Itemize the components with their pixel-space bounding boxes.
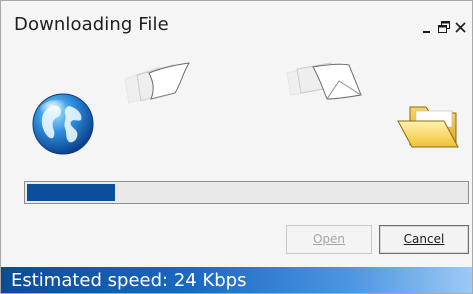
download-progress-bar	[24, 181, 469, 204]
restore-icon[interactable]	[436, 18, 451, 34]
paper-icon	[286, 62, 362, 100]
open-button[interactable]: Open	[286, 225, 372, 254]
estimated-speed-text: Estimated speed: 24 Kbps	[11, 270, 247, 291]
window-title: Downloading File	[14, 14, 169, 35]
status-bar: Estimated speed: 24 Kbps	[1, 267, 472, 293]
minimize-icon[interactable]	[419, 18, 434, 34]
progress-fill	[27, 184, 115, 201]
close-icon[interactable]	[453, 18, 468, 34]
globe-icon	[32, 93, 94, 155]
folder-icon	[397, 106, 459, 148]
paper-icon	[124, 62, 190, 104]
cancel-button[interactable]: Cancel	[379, 225, 469, 254]
download-dialog: Downloading File Open Cancel Estimated s…	[0, 0, 473, 294]
window-controls	[419, 18, 468, 34]
